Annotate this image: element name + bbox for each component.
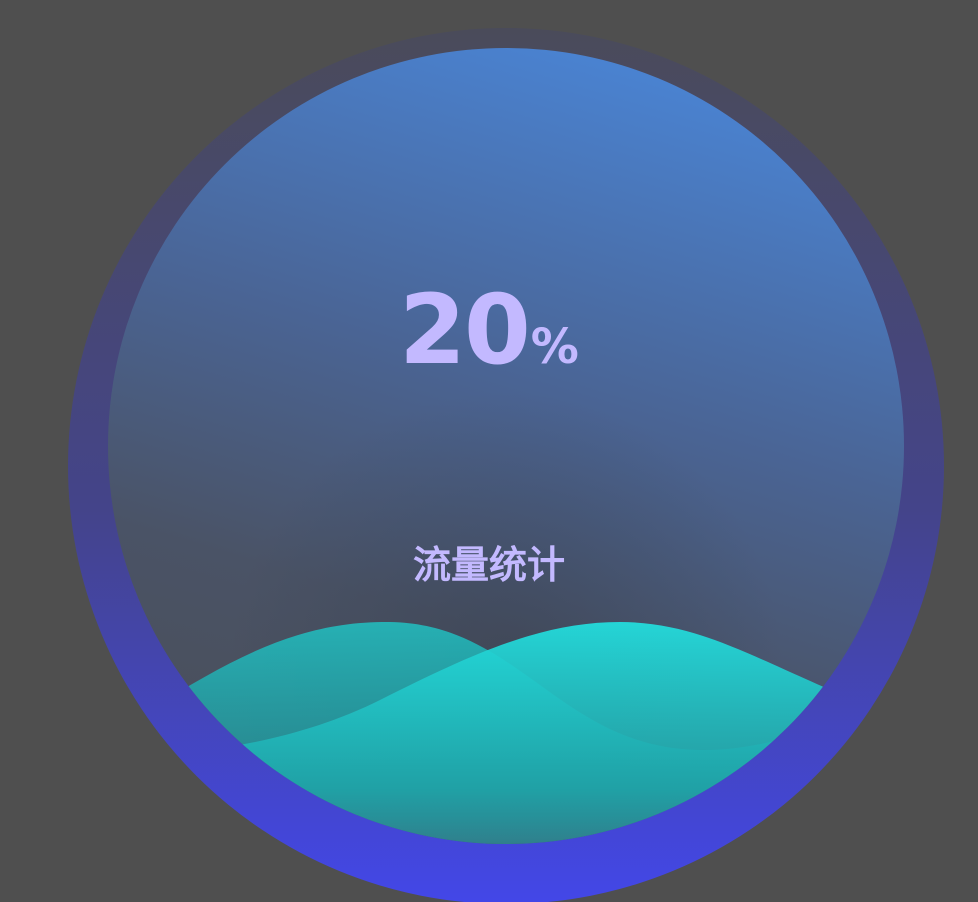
gauge-label: 流量统计 xyxy=(412,543,565,587)
percentage-value: 20% xyxy=(0,282,978,378)
liquid-gauge-graphic xyxy=(68,28,944,902)
liquid-gauge-widget: 20% 流量统计 xyxy=(0,0,978,902)
percentage-unit: % xyxy=(530,319,579,375)
percentage-number: 20 xyxy=(399,274,531,386)
